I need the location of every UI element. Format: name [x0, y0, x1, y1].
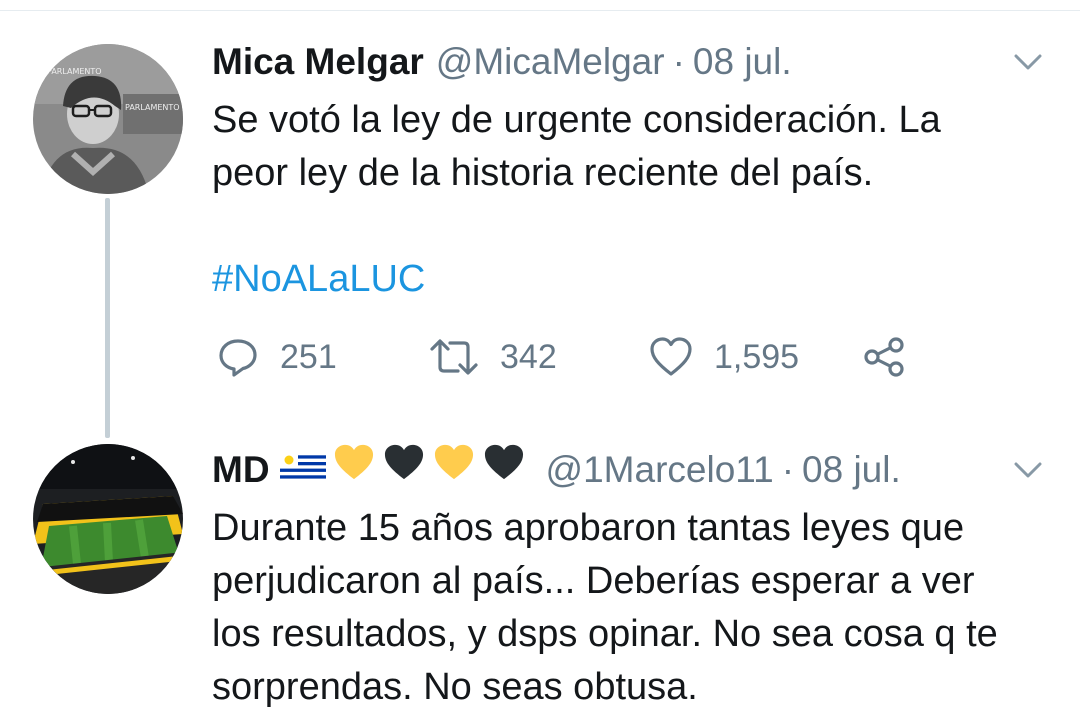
like-button[interactable]: 1,595 — [648, 330, 799, 384]
avatar-image-mica: PARLAMENTO PARLAMENTO — [33, 44, 183, 194]
thread-connector — [105, 198, 110, 438]
tweet-text-line: peor ley de la historia reciente del paí… — [212, 152, 874, 194]
retweet-count: 342 — [500, 337, 557, 376]
timestamp[interactable]: 08 jul. — [693, 32, 792, 92]
tweet[interactable]: Mica Melgar @MicaMelgar · 08 jul. Se vot… — [212, 32, 1056, 306]
tweet-text: Durante 15 años aprobaron tantas leyes q… — [212, 502, 1056, 714]
top-divider — [0, 0, 1080, 11]
reply-count: 251 — [280, 337, 337, 376]
name-emoji-badges — [279, 440, 532, 500]
username[interactable]: @MicaMelgar — [436, 32, 665, 92]
tweet-header: MD @1Marcelo11 · 08 jul. — [212, 440, 1056, 500]
display-name[interactable]: MD — [212, 440, 270, 500]
tweet-text-line: Se votó la ley de urgente consideración.… — [212, 99, 941, 141]
tweet-text-line: perjudicaron al país... Deberías esperar… — [212, 560, 975, 602]
retweet-icon — [430, 339, 478, 375]
yellow-heart-icon — [332, 440, 376, 500]
yellow-heart-icon — [432, 440, 476, 500]
separator: · — [781, 449, 795, 490]
avatar-image-stadium — [33, 444, 183, 594]
retweet-button[interactable]: 342 — [428, 330, 557, 384]
display-name[interactable]: Mica Melgar — [212, 32, 424, 92]
chevron-down-icon[interactable] — [1012, 46, 1044, 78]
avatar-caption-side: PARLAMENTO — [125, 103, 180, 112]
uruguay-flag-icon — [279, 440, 326, 500]
share-icon — [864, 337, 904, 377]
tweet-text: Se votó la ley de urgente consideración.… — [212, 94, 1056, 200]
chevron-down-icon[interactable] — [1012, 454, 1044, 486]
heart-icon — [650, 337, 692, 376]
share-button[interactable] — [862, 330, 928, 384]
tweet[interactable]: MD @1Marcelo11 · 08 jul. Durante 15 años… — [212, 440, 1056, 714]
avatar-caption-top: PARLAMENTO — [47, 67, 102, 76]
action-bar: 251 342 1,595 — [212, 330, 932, 384]
hashtag-link[interactable]: #NoALaLUC — [212, 253, 425, 306]
black-heart-icon — [382, 440, 426, 500]
reply-icon — [219, 339, 257, 377]
reply-button[interactable]: 251 — [216, 330, 337, 384]
separator: · — [672, 41, 685, 82]
tweet-text-line: sorprendas. No seas obtusa. — [212, 666, 698, 708]
timestamp[interactable]: 08 jul. — [802, 440, 901, 500]
avatar[interactable]: PARLAMENTO PARLAMENTO — [33, 44, 183, 194]
username[interactable]: @1Marcelo11 — [546, 440, 774, 500]
like-count: 1,595 — [714, 337, 800, 376]
black-heart-icon — [482, 440, 526, 500]
avatar[interactable] — [33, 444, 183, 594]
tweet-text-line: Durante 15 años aprobaron tantas leyes q… — [212, 507, 965, 549]
tweet-header: Mica Melgar @MicaMelgar · 08 jul. — [212, 32, 1056, 92]
tweet-text-line: los resultados, y dsps opinar. No sea co… — [212, 613, 998, 655]
